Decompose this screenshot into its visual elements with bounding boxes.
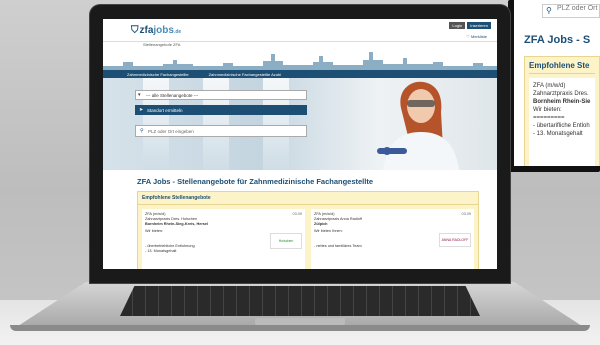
job-location: Zülpich — [314, 222, 328, 226]
monitor-card-practice: Zahnarztpraxis Dres. — [533, 91, 589, 97]
location-arrow-icon: ➤ — [139, 107, 144, 113]
job-location: Bornheim Rhein-Sieg-Kreis, Hersel — [145, 222, 209, 226]
laptop-keyboard — [120, 286, 480, 316]
job-card[interactable]: 03.09 ZFA (m/w/d) Zahnarztpraxis Anna Ra… — [311, 209, 474, 269]
monitor-card-bullet: - 13. Monatsgehalt — [533, 131, 583, 137]
job-card[interactable]: 03.09 ZFA (m/w/d) Zahnarztpraxis Dres. H… — [142, 209, 305, 269]
dental-assistant-photo — [377, 81, 459, 170]
laptop-lid: Login Inserieren ⛉zfajobs.de Stellenange… — [90, 5, 510, 283]
merkliste-link[interactable]: ♡ Merkliste — [466, 34, 487, 39]
monitor-card-location: Bornheim Rhein-Sie — [533, 99, 591, 105]
laptop-screen: Login Inserieren ⛉zfajobs.de Stellenange… — [103, 19, 497, 269]
laptop-base-edge — [10, 325, 590, 331]
site-header: Login Inserieren ⛉zfajobs.de — [103, 19, 497, 42]
background-monitor: ⚲ PLZ oder Ort ZFA Jobs - S Empfohlene S… — [508, 0, 600, 172]
practice-logo: ANNA RADLOFF — [439, 233, 471, 247]
monitor-plz-input[interactable]: ⚲ PLZ oder Ort — [542, 4, 600, 18]
monitor-page-title: ZFA Jobs - S — [524, 34, 591, 46]
site-logo[interactable]: ⛉zfajobs.de — [131, 25, 181, 36]
map-pin-icon: ⚲ — [140, 128, 144, 134]
page-title: ZFA Jobs - Stellenangebote für Zahnmediz… — [137, 177, 374, 186]
nav-item-zfa[interactable]: Zahnmedizinische Fachangestellte — [127, 72, 189, 77]
site-tagline: Stellenangebote ZFA — [143, 42, 181, 47]
main-nav: Zahnmedizinische Fachangestellte Zahnmed… — [103, 70, 497, 78]
city-skyline — [103, 52, 497, 70]
monitor-screen: ⚲ PLZ oder Ort ZFA Jobs - S Empfohlene S… — [514, 0, 600, 166]
map-pin-icon: ⚲ — [546, 6, 552, 15]
plz-input[interactable]: ⚲ PLZ oder Ort eingeben — [135, 125, 307, 137]
job-date: 03.09 — [461, 212, 471, 216]
job-search-form: ▾ --- alle Stellenangebote --- ➤ Standor… — [135, 90, 307, 137]
nav-item-zfa-azubi[interactable]: Zahnmedizinische Fachangestellte Azubi — [209, 72, 282, 77]
monitor-card-bullet: - übertarifliche Entloh — [533, 123, 590, 129]
skyline-banner: Stellenangebote ZFA ♡ Merkliste — [103, 34, 497, 70]
job-category-select[interactable]: ▾ --- alle Stellenangebote --- — [135, 90, 307, 100]
register-button[interactable]: Inserieren — [467, 22, 491, 29]
monitor-job-card[interactable]: ZFA (m/w/d) Zahnarztpraxis Dres. Bornhei… — [529, 78, 595, 166]
chevron-down-icon: ▾ — [138, 92, 141, 98]
monitor-card-offer: Wir bieten: — [533, 107, 562, 113]
job-bullet: - 13. Monatsgehalt — [145, 249, 177, 253]
monitor-card-sep: ========= — [533, 115, 565, 121]
locate-button[interactable]: ➤ Standort ermitteln — [135, 105, 307, 115]
login-button[interactable]: Login — [449, 22, 466, 29]
tooth-icon: ⛉ — [131, 25, 139, 36]
header-buttons: Login Inserieren — [449, 22, 491, 29]
monitor-featured-box: Empfohlene Ste ZFA (m/w/d) Zahnarztpraxi… — [524, 56, 600, 166]
featured-jobs-heading: Empfohlene Stellenangebote — [138, 192, 478, 205]
hero-banner: ▾ --- alle Stellenangebote --- ➤ Standor… — [103, 78, 497, 170]
featured-jobs-box: Empfohlene Stellenangebote 03.09 ZFA (m/… — [137, 191, 479, 269]
monitor-card-title: ZFA (m/w/d) — [533, 83, 566, 89]
job-date: 03.09 — [292, 212, 302, 216]
practice-logo: Hoischen — [270, 233, 302, 249]
monitor-featured-heading: Empfohlene Ste — [529, 61, 595, 74]
laptop-trackpad — [255, 318, 345, 325]
featured-jobs-list: 03.09 ZFA (m/w/d) Zahnarztpraxis Dres. H… — [138, 205, 478, 269]
